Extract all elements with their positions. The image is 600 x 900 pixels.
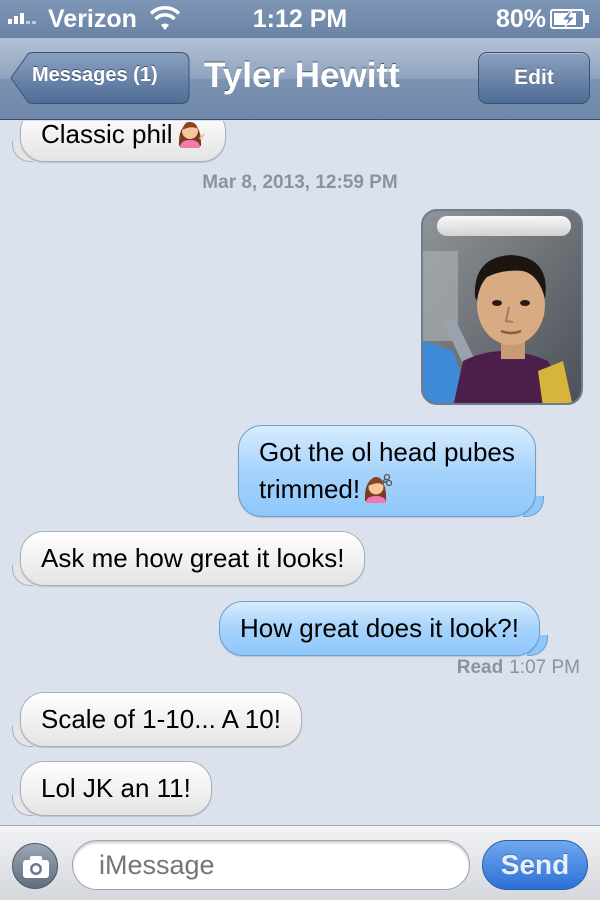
message-text: Lol JK an 11! — [41, 773, 191, 803]
camera-icon — [23, 856, 49, 878]
battery-percentage: 80% — [495, 5, 546, 33]
message-incoming[interactable]: Ask me how great it looks! — [11, 531, 366, 586]
message-incoming[interactable]: Lol JK an 11! — [12, 761, 212, 816]
navigation-bar: Messages (1) Tyler Hewitt Edit — [0, 38, 600, 120]
message-list[interactable]: Classic phil Mar 8, 2013, 12:59 PM Got t… — [0, 121, 600, 825]
messages-back-button[interactable]: Messages (1) — [10, 52, 190, 104]
read-time: 1:07 PM — [509, 657, 580, 678]
selfie-photo — [423, 211, 581, 403]
message-text: Ask me how great it looks! — [41, 543, 345, 573]
message-outgoing[interactable]: How great does it look?! — [219, 601, 548, 656]
camera-button[interactable] — [12, 843, 58, 889]
message-incoming[interactable]: Classic phil — [12, 121, 226, 162]
haircut-emoji — [365, 473, 393, 503]
status-bar: Verizon 1:12 PM 80% — [0, 0, 600, 38]
message-text-line: trimmed! — [259, 474, 361, 504]
message-outgoing[interactable]: Got the ol head pubes trimmed! — [238, 425, 544, 517]
photo-gloss — [437, 216, 571, 236]
message-text-line: Got the ol head pubes — [259, 437, 515, 467]
read-label: Read — [456, 657, 504, 678]
message-incoming[interactable]: Scale of 1-10... A 10! — [12, 692, 302, 747]
woman-tipping-hand-emoji — [178, 121, 205, 148]
conversation-title: Tyler Hewitt — [204, 56, 400, 95]
photo-message[interactable] — [421, 209, 583, 405]
back-button-label: Messages (1) — [32, 64, 158, 86]
message-text: How great does it look?! — [240, 613, 519, 643]
message-text: Classic phil — [41, 121, 173, 149]
imessage-input[interactable] — [72, 840, 470, 890]
read-receipt: Read 1:07 PM — [457, 657, 580, 679]
edit-button[interactable]: Edit — [478, 52, 590, 104]
battery-charging-icon — [550, 9, 589, 29]
message-timestamp: Mar 8, 2013, 12:59 PM — [202, 172, 398, 193]
send-button[interactable]: Send — [482, 840, 588, 890]
compose-bar: Send — [0, 825, 600, 900]
message-text: Scale of 1-10... A 10! — [41, 704, 281, 734]
